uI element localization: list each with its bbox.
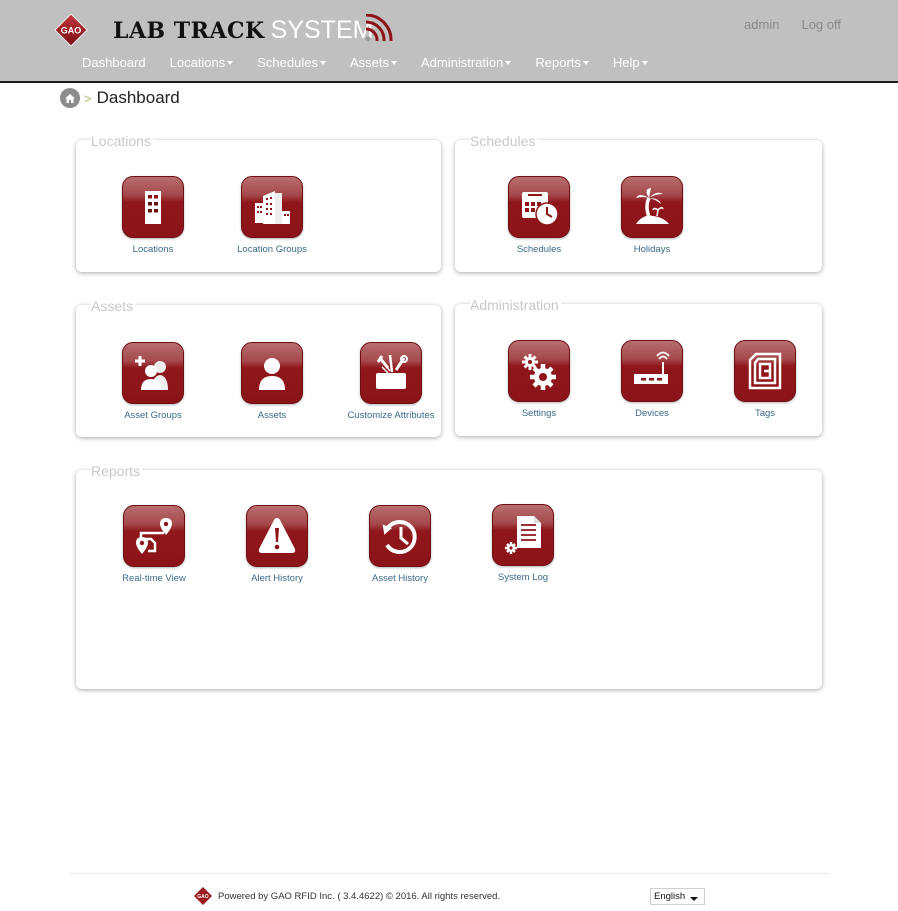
nav-label: Assets	[349, 55, 389, 70]
gao-logo-icon[interactable]: GAO	[54, 13, 88, 47]
panel-title: Reports	[91, 463, 143, 479]
route-map-icon	[123, 505, 185, 567]
user-links: admin Log off	[744, 17, 841, 32]
panel-schedules: Schedules Schedules Holidays	[455, 133, 822, 272]
nav-assets[interactable]: Assets	[350, 55, 397, 70]
panel-reports: Reports Real-time View Alert History Ass…	[76, 463, 822, 689]
chevron-down-icon	[690, 897, 698, 901]
tile-label: Real-time View	[122, 573, 186, 584]
language-select[interactable]: English	[650, 888, 705, 905]
nav-label: Dashboard	[82, 55, 146, 70]
tile-realtime-view[interactable]: Real-time View	[92, 505, 216, 584]
username-link[interactable]: admin	[744, 17, 779, 32]
tile-holidays[interactable]: Holidays	[590, 176, 714, 255]
panel-administration: Administration Settings Devices Tags	[455, 297, 822, 436]
calendar-clock-icon	[508, 176, 570, 238]
tile-asset-groups[interactable]: Asset Groups	[91, 342, 215, 421]
tile-locations[interactable]: Locations	[91, 176, 215, 255]
user-icon	[241, 342, 303, 404]
add-users-icon	[122, 342, 184, 404]
nav-administration[interactable]: Administration	[421, 55, 512, 70]
breadcrumb-current: Dashboard	[96, 88, 180, 107]
tile-tags[interactable]: Tags	[703, 340, 827, 419]
logo-text: GAO	[61, 26, 82, 36]
nav-label: Locations	[169, 55, 226, 70]
panel-title: Administration	[470, 297, 561, 313]
nav-label: Administration	[421, 55, 504, 70]
breadcrumb: > Dashboard	[60, 88, 180, 108]
tile-asset-history[interactable]: Asset History	[338, 505, 462, 584]
nav-label: Help	[612, 55, 640, 70]
panel-title: Locations	[91, 133, 153, 149]
history-icon	[369, 505, 431, 567]
panel-locations: Locations Locations Location Groups	[76, 133, 441, 272]
tile-label: System Log	[497, 572, 549, 583]
tile-label: Schedules	[516, 244, 562, 255]
building-icon	[122, 176, 184, 238]
language-value: English	[654, 891, 686, 902]
caret-down-icon	[641, 61, 648, 65]
caret-down-icon	[319, 61, 326, 65]
home-icon	[65, 93, 75, 103]
gao-small-logo-icon: GAO	[194, 887, 212, 905]
caret-down-icon	[227, 61, 234, 65]
tile-label: Asset History	[372, 573, 428, 584]
tile-label: Tags	[754, 408, 776, 419]
tile-label: Holidays	[633, 244, 671, 255]
nav-label: Schedules	[257, 55, 318, 70]
router-icon	[621, 340, 683, 402]
nav-locations[interactable]: Locations	[170, 55, 234, 70]
footer: GAO Powered by GAO RFID Inc. ( 3.4.4622)…	[193, 886, 500, 906]
logoff-link[interactable]: Log off	[801, 17, 841, 32]
document-gear-icon	[492, 504, 554, 566]
tile-alert-history[interactable]: Alert History	[215, 505, 339, 584]
tile-assets[interactable]: Assets	[210, 342, 334, 421]
tile-settings[interactable]: Settings	[477, 340, 601, 419]
tile-label: Asset Groups	[124, 410, 182, 421]
panel-assets: Assets Asset Groups Assets Customize Att…	[76, 298, 441, 437]
tile-location-groups[interactable]: Location Groups	[210, 176, 334, 255]
warning-icon	[246, 505, 308, 567]
breadcrumb-separator: >	[84, 90, 92, 106]
tile-label: Locations	[132, 244, 174, 255]
buildings-group-icon	[241, 176, 303, 238]
tile-label: Settings	[521, 408, 557, 419]
caret-down-icon	[505, 61, 512, 65]
app-title: LAB TRACK SYSTEM	[113, 16, 373, 46]
palm-island-icon	[621, 176, 683, 238]
nav-dashboard[interactable]: Dashboard	[82, 55, 146, 70]
caret-down-icon	[391, 61, 397, 65]
main-nav: Dashboard Locations Schedules Assets Adm…	[82, 55, 672, 70]
home-button[interactable]	[60, 88, 80, 108]
toolbox-icon	[360, 342, 422, 404]
nav-label: Reports	[535, 55, 581, 70]
gears-icon	[508, 340, 570, 402]
rfid-tag-icon	[734, 340, 796, 402]
tile-schedules[interactable]: Schedules	[477, 176, 601, 255]
tile-label: Location Groups	[237, 244, 307, 255]
caret-down-icon	[582, 61, 589, 65]
top-header: GAO LAB TRACK SYSTEM admin Log off Dashb…	[0, 0, 898, 83]
brand-light-text: SYSTEM	[270, 16, 374, 44]
tile-label: Devices	[635, 408, 669, 419]
brand-bold-text: LAB TRACK	[113, 18, 265, 44]
tile-label: Alert History	[251, 573, 303, 584]
tile-devices[interactable]: Devices	[590, 340, 714, 419]
footer-divider	[70, 873, 830, 874]
nav-help[interactable]: Help	[613, 55, 648, 70]
tile-label: Customize Attributes	[347, 410, 435, 421]
tile-customize-attributes[interactable]: Customize Attributes	[329, 342, 453, 421]
panel-title: Schedules	[470, 133, 538, 149]
panel-title: Assets	[91, 298, 136, 314]
footer-copyright: Powered by GAO RFID Inc. ( 3.4.4622) © 2…	[218, 890, 501, 902]
nav-reports[interactable]: Reports	[535, 55, 589, 70]
signal-waves-icon	[365, 14, 393, 42]
nav-schedules[interactable]: Schedules	[257, 55, 326, 70]
tile-label: Assets	[257, 410, 287, 421]
tile-system-log[interactable]: System Log	[461, 504, 585, 583]
svg-text:GAO: GAO	[197, 894, 209, 900]
